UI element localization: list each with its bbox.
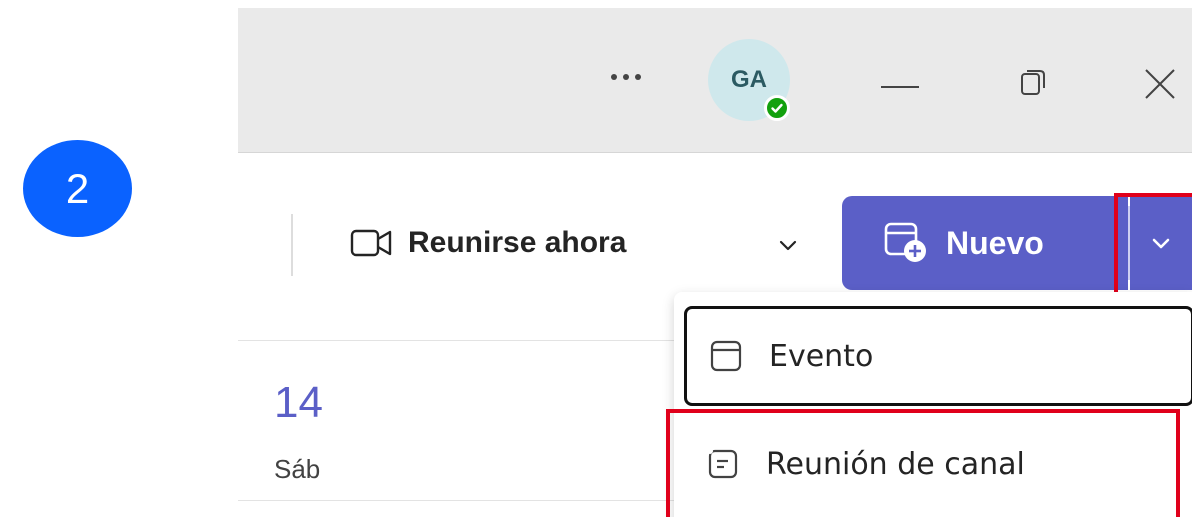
meet-now-chevron-down-icon[interactable]	[776, 233, 800, 257]
video-camera-icon	[350, 229, 392, 257]
title-bar: GA	[238, 8, 1192, 153]
teams-window: GA Reunirse ahora Nuevo 14 Sáb Evento Re…	[238, 8, 1192, 517]
menu-item-label: Evento	[769, 338, 874, 374]
avatar-initials: GA	[731, 66, 767, 93]
presence-available-icon	[764, 95, 790, 121]
meet-now-label: Reunirse ahora	[408, 226, 627, 259]
highlight-box-dropdown	[1114, 193, 1192, 297]
close-icon[interactable]	[1138, 62, 1188, 102]
step-number-badge: 2	[23, 140, 132, 237]
menu-item-event[interactable]: Evento	[684, 306, 1192, 406]
calendar-header-divider	[238, 340, 678, 341]
calendar-day-label: Sáb	[274, 454, 321, 484]
calendar-date-number: 14	[274, 378, 323, 427]
new-meeting-label: Nuevo	[946, 224, 1044, 261]
calendar-icon	[710, 340, 742, 372]
calendar-add-icon	[884, 222, 926, 262]
toolbar-divider	[291, 214, 293, 276]
restore-icon[interactable]	[1016, 62, 1066, 102]
meet-now-button[interactable]: Reunirse ahora	[350, 213, 626, 273]
minimize-icon[interactable]	[878, 62, 928, 102]
more-icon[interactable]	[596, 62, 656, 92]
highlight-box-channel-meeting	[666, 409, 1180, 517]
calendar-row-divider	[238, 500, 678, 501]
new-meeting-button[interactable]: Nuevo	[842, 196, 1128, 290]
